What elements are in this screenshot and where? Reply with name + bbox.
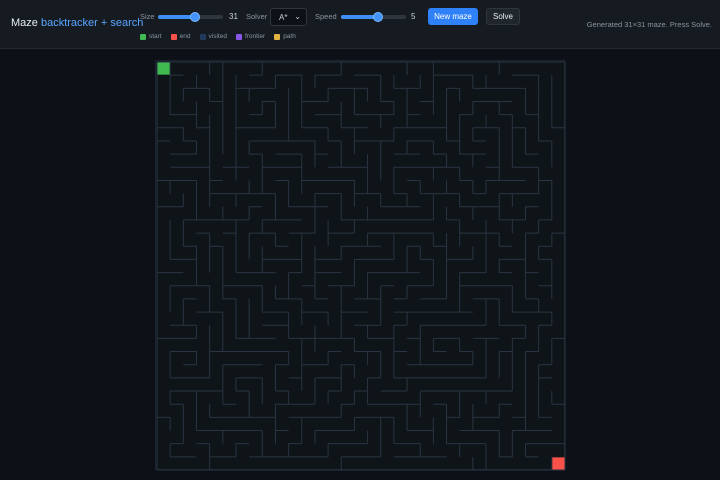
legend-swatch-end — [170, 33, 177, 40]
solver-label: Solver — [246, 12, 268, 21]
app-title: Maze backtracker + search — [11, 17, 143, 29]
legend-swatch-visited — [199, 33, 206, 40]
speed-slider-thumb[interactable] — [373, 12, 384, 22]
app-title-main: Maze — [11, 17, 38, 29]
speed-value: 5 — [411, 12, 416, 21]
legend-label: end — [179, 33, 191, 40]
legend-swatch-start — [140, 33, 146, 40]
size-slider-thumb[interactable] — [189, 12, 200, 22]
maze-board[interactable] — [155, 60, 566, 471]
legend: start end visited frontier path — [140, 32, 296, 41]
solver-select-value: A* — [279, 13, 288, 22]
new-maze-button[interactable]: New maze — [428, 8, 478, 25]
legend-swatch-frontier — [235, 33, 242, 40]
speed-label: Speed — [315, 12, 337, 21]
chevron-down-icon: ⌄ — [294, 12, 301, 21]
size-label: Size — [140, 12, 155, 21]
status-text: Generated 31×31 maze. Press Solve. — [586, 20, 712, 29]
legend-swatch-path — [274, 33, 281, 40]
size-value: 31 — [229, 12, 238, 21]
start-cell — [157, 62, 170, 75]
solve-button[interactable]: Solve — [486, 8, 520, 25]
maze-walls — [156, 61, 566, 471]
solver-select[interactable]: A* ⌄ — [270, 8, 307, 26]
end-cell — [552, 457, 565, 470]
speed-slider[interactable] — [341, 12, 406, 22]
app-title-subtitle: backtracker + search — [40, 17, 144, 29]
legend-label: visited — [208, 33, 227, 40]
legend-label: frontier — [244, 33, 266, 40]
top-toolbar: Maze backtracker + search Size 31 Solver… — [0, 0, 720, 49]
legend-item-visited: visited — [199, 32, 227, 41]
maze-canvas[interactable] — [156, 61, 566, 471]
size-slider[interactable] — [158, 12, 223, 22]
legend-item-start: start — [140, 32, 162, 41]
legend-item-frontier: frontier — [235, 32, 266, 41]
legend-item-path: path — [274, 32, 296, 41]
legend-label: start — [149, 33, 162, 40]
legend-item-end: end — [170, 32, 191, 41]
legend-label: path — [283, 33, 296, 40]
